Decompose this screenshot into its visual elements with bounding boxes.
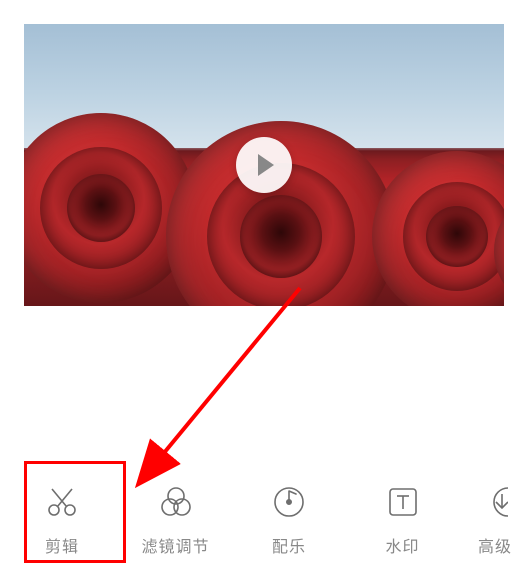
tool-music[interactable]: 配乐 [249, 485, 329, 557]
play-button[interactable] [236, 137, 292, 193]
tool-advanced[interactable]: 高级 [476, 485, 514, 557]
toolbar: 剪辑 滤镜调节 配乐 水印 [0, 485, 520, 557]
tool-filter[interactable]: 滤镜调节 [136, 485, 216, 557]
video-preview[interactable] [24, 24, 504, 306]
tool-label: 配乐 [272, 533, 306, 557]
tool-label: 水印 [385, 533, 419, 557]
play-icon [258, 154, 274, 176]
scissors-icon [45, 485, 79, 519]
tool-label: 高级 [478, 533, 512, 557]
tool-edit[interactable]: 剪辑 [22, 485, 102, 557]
music-disc-icon [272, 485, 306, 519]
tool-watermark[interactable]: 水印 [363, 485, 443, 557]
download-circle-icon [482, 485, 508, 519]
tool-label: 滤镜调节 [141, 533, 209, 557]
filter-icon [159, 485, 193, 519]
text-watermark-icon [386, 485, 420, 519]
tool-label: 剪辑 [45, 533, 79, 557]
